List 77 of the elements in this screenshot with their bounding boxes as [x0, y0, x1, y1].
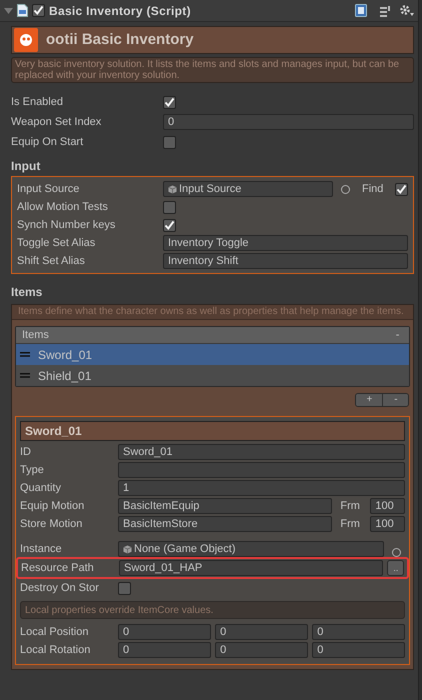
remove-button[interactable]: -	[382, 394, 408, 406]
field-label: Toggle Set Alias	[17, 236, 96, 251]
item-name: Shield_01	[38, 368, 92, 384]
text-field[interactable]: 0	[215, 624, 308, 640]
field-label: Is Enabled	[11, 94, 64, 110]
text-field[interactable]: 100	[370, 516, 406, 532]
cube-icon	[168, 184, 177, 194]
field-label: Weapon Set Index	[11, 114, 102, 130]
remove-button[interactable]: -	[392, 326, 404, 344]
presets-icon[interactable]	[379, 4, 392, 16]
field-label: Destroy On Stor	[20, 580, 100, 596]
section-heading: Input	[11, 158, 42, 173]
field-label: Input Source	[17, 182, 80, 197]
detail-title: Sword_01	[20, 421, 406, 441]
browse-button[interactable]: ..	[387, 560, 404, 576]
checkbox[interactable]	[163, 136, 176, 148]
banner-title: ootii Basic Inventory	[46, 30, 194, 50]
text-field[interactable]: Inventory Toggle	[163, 235, 408, 251]
text-field[interactable]: 0	[215, 642, 308, 658]
field-label: Local Rotation	[20, 642, 92, 658]
checkbox[interactable]	[163, 200, 176, 214]
section-heading: Items	[11, 284, 44, 299]
frame-label: Frm	[340, 498, 361, 514]
field-label: Allow Motion Tests	[17, 200, 109, 215]
text-field[interactable]: BasicItemEquip	[118, 498, 332, 514]
info-note: Local properties override ItemCore values.	[20, 601, 406, 619]
text-field[interactable]: Inventory Shift	[163, 253, 408, 269]
list-header: Items	[22, 328, 50, 343]
field-label: Quantity	[20, 480, 62, 496]
field-label: Equip On Start	[11, 134, 84, 150]
find-label: Find	[362, 182, 384, 197]
checkbox[interactable]	[163, 96, 176, 108]
field-label: Local Position	[20, 624, 90, 640]
foldout-icon[interactable]	[4, 6, 13, 14]
text-field[interactable]: 100	[370, 498, 406, 514]
field-label: Type	[20, 462, 45, 478]
text-field[interactable]: BasicItemStore	[118, 516, 332, 532]
list-item[interactable]: Sword_01	[16, 344, 410, 365]
drag-handle-icon[interactable]	[20, 352, 30, 357]
field-label: Equip Motion	[20, 498, 86, 514]
object-value: None (Game Object)	[134, 542, 236, 557]
text-field[interactable]: 0	[163, 114, 414, 130]
cube-icon	[123, 544, 132, 554]
checkbox[interactable]	[32, 4, 45, 17]
text-field[interactable]: 0	[118, 624, 212, 640]
settings-icon[interactable]	[399, 4, 414, 17]
text-field[interactable]: Sword_01_HAP	[119, 560, 384, 576]
description-note: Very basic inventory solution. It lists the items and slots and manages input, but can be replaced with your inventory solution.	[11, 57, 414, 83]
text-field[interactable]	[118, 462, 406, 478]
logo-icon	[14, 28, 38, 52]
field-label: ID	[20, 444, 32, 460]
text-field[interactable]: 0	[312, 624, 406, 640]
target-icon[interactable]	[392, 548, 402, 557]
field-label: Resource Path	[21, 560, 95, 576]
field-label: Store Motion	[20, 516, 84, 532]
script-icon	[17, 4, 28, 17]
drag-handle-icon[interactable]	[20, 373, 30, 378]
checkbox[interactable]	[395, 182, 408, 196]
help-icon[interactable]	[355, 4, 368, 17]
text-field[interactable]: 0	[312, 642, 406, 658]
text-field[interactable]: Sword_01	[118, 444, 406, 460]
object-field[interactable]: Input Source	[163, 181, 333, 197]
add-button[interactable]: +	[356, 394, 382, 406]
text-field[interactable]: 1	[118, 480, 406, 496]
object-value: Input Source	[179, 182, 242, 197]
target-icon[interactable]	[341, 184, 350, 194]
object-field[interactable]: None (Game Object)	[118, 541, 384, 557]
item-name: Sword_01	[38, 346, 92, 364]
field-label: Shift Set Alias	[17, 254, 86, 269]
text-field[interactable]: 0	[118, 642, 212, 658]
field-label: Instance	[20, 542, 63, 556]
field-label: Synch Number keys	[17, 218, 116, 233]
frame-label: Frm	[340, 516, 361, 532]
component-title: Basic Inventory (Script)	[49, 2, 192, 20]
checkbox[interactable]	[163, 218, 176, 232]
description-note: Items define what the character owns as well as properties that help manage the items.	[12, 305, 414, 320]
checkbox[interactable]	[118, 582, 131, 594]
